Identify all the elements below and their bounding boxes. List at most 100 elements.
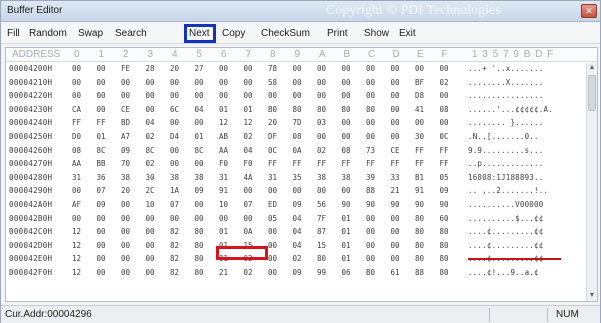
hex-byte[interactable]: 38 — [342, 173, 351, 182]
hex-byte[interactable]: 04 — [293, 227, 302, 236]
hex-byte[interactable]: 12 — [72, 254, 81, 263]
hex-byte[interactable]: 00 — [121, 91, 130, 100]
hex-byte[interactable]: B0 — [366, 268, 375, 277]
hex-byte[interactable]: 80 — [293, 105, 302, 114]
hex-byte[interactable]: 36 — [97, 173, 106, 182]
hex-byte[interactable]: 00 — [317, 78, 326, 87]
hex-byte[interactable]: FF — [72, 118, 81, 127]
hex-byte[interactable]: 00 — [293, 64, 302, 73]
hex-row[interactable]: 00004200H 00 00 FE 28 20 27 00 00 78 00 00 00 00 00 00 0… — [6, 63, 586, 76]
hex-byte[interactable]: 00 — [342, 186, 351, 195]
hex-byte[interactable]: 31 — [219, 173, 228, 182]
hex-byte[interactable]: 09 — [293, 268, 302, 277]
menu-fill[interactable]: Fill — [7, 28, 20, 39]
hex-byte[interactable]: 70 — [121, 159, 130, 168]
hex-byte[interactable]: D4 — [170, 132, 179, 141]
hex-byte[interactable]: 38 — [170, 173, 179, 182]
hex-byte[interactable]: CA — [72, 105, 81, 114]
hex-byte[interactable]: FF — [97, 118, 106, 127]
hex-byte[interactable]: AA — [219, 146, 228, 155]
hex-byte[interactable]: 00 — [415, 118, 424, 127]
hex-byte[interactable]: 7F — [317, 214, 326, 223]
hex-byte[interactable]: 90 — [366, 200, 375, 209]
hex-byte[interactable]: 00 — [440, 118, 449, 127]
hex-byte[interactable]: 80 — [195, 227, 204, 236]
hex-byte[interactable]: 90 — [342, 200, 351, 209]
hex-byte[interactable]: 00 — [195, 91, 204, 100]
hex-byte[interactable]: AF — [72, 200, 81, 209]
menu-search[interactable]: Search — [115, 28, 147, 39]
hex-byte[interactable]: 20 — [170, 64, 179, 73]
hex-byte[interactable]: 90 — [415, 200, 424, 209]
hex-byte[interactable]: 00 — [195, 159, 204, 168]
menu-swap[interactable]: Swap — [78, 28, 103, 39]
hex-byte[interactable]: 00 — [72, 78, 81, 87]
hex-byte[interactable]: 4A — [244, 173, 253, 182]
hex-byte[interactable]: 0A — [244, 227, 253, 236]
hex-byte[interactable]: 02 — [317, 146, 326, 155]
hex-byte[interactable]: FF — [415, 146, 424, 155]
hex-byte[interactable]: FE — [121, 64, 130, 73]
menu-exit[interactable]: Exit — [399, 28, 416, 39]
hex-byte[interactable]: 80 — [195, 254, 204, 263]
hex-byte[interactable]: 00 — [293, 78, 302, 87]
hex-byte[interactable]: 00 — [391, 118, 400, 127]
hex-byte[interactable]: 00 — [366, 78, 375, 87]
hex-byte[interactable]: 00 — [317, 64, 326, 73]
menu-copy[interactable]: Copy — [222, 28, 245, 39]
hex-byte[interactable]: 00 — [391, 227, 400, 236]
hex-byte[interactable]: FF — [366, 159, 375, 168]
hex-byte[interactable]: CE — [121, 105, 130, 114]
hex-byte[interactable]: FF — [268, 159, 277, 168]
hex-byte[interactable]: 00 — [391, 254, 400, 263]
hex-byte[interactable]: 01 — [97, 132, 106, 141]
hex-byte[interactable]: 08 — [440, 105, 449, 114]
hex-byte[interactable]: 8C — [97, 146, 106, 155]
hex-byte[interactable]: 12 — [72, 227, 81, 236]
hex-byte[interactable]: 00 — [121, 200, 130, 209]
hex-byte[interactable]: 00 — [97, 91, 106, 100]
hex-byte[interactable]: 8C — [146, 146, 155, 155]
hex-byte[interactable]: 01 — [244, 105, 253, 114]
hex-byte[interactable]: 00 — [219, 64, 228, 73]
hex-row[interactable]: 00004220H 00 00 00 00 00 00 00 00 00 00 00 00 00 00 D8 0… — [6, 90, 586, 103]
hex-byte[interactable]: 00 — [121, 241, 130, 250]
hex-byte[interactable]: 00 — [268, 241, 277, 250]
hex-byte[interactable]: 00 — [317, 91, 326, 100]
hex-byte[interactable]: 00 — [391, 64, 400, 73]
hex-byte[interactable]: FF — [317, 159, 326, 168]
hex-byte[interactable]: 00 — [97, 64, 106, 73]
hex-byte[interactable]: 82 — [170, 241, 179, 250]
hex-byte[interactable]: D0 — [72, 132, 81, 141]
hex-byte[interactable]: 00 — [366, 64, 375, 73]
hex-byte[interactable]: 80 — [366, 105, 375, 114]
hex-byte[interactable]: 00 — [391, 132, 400, 141]
hex-byte[interactable]: 01 — [342, 214, 351, 223]
hex-byte[interactable]: 00 — [146, 268, 155, 277]
hex-byte[interactable]: 01 — [342, 241, 351, 250]
hex-byte[interactable]: FF — [440, 159, 449, 168]
hex-byte[interactable]: 80 — [342, 105, 351, 114]
hex-byte[interactable]: 00 — [146, 91, 155, 100]
hex-row[interactable]: 00004240H FF FF BD 04 00 00 12 12 20 7D 03 00 00 00 00 0… — [6, 117, 586, 130]
hex-byte[interactable]: 7D — [293, 118, 302, 127]
hex-byte[interactable]: B0 — [268, 105, 277, 114]
hex-byte[interactable]: 30 — [415, 132, 424, 141]
hex-byte[interactable]: 87 — [317, 227, 326, 236]
hex-row[interactable]: 00004270H AA BB 70 02 00 00 F0 F0 FF FF FF FF FF FF FF F… — [6, 158, 586, 171]
hex-byte[interactable]: 01 — [219, 105, 228, 114]
hex-byte[interactable]: 00 — [72, 214, 81, 223]
hex-byte[interactable]: 08 — [342, 146, 351, 155]
hex-byte[interactable]: 2C — [146, 186, 155, 195]
hex-byte[interactable]: 00 — [293, 91, 302, 100]
hex-byte[interactable]: 00 — [219, 78, 228, 87]
hex-byte[interactable]: 07 — [244, 200, 253, 209]
hex-byte[interactable]: 27 — [195, 64, 204, 73]
hex-row[interactable]: 000042D0H 12 00 00 00 82 80 01 15 00 04 15 01 00 00 80 8… — [6, 240, 586, 253]
hex-byte[interactable]: 61 — [391, 268, 400, 277]
hex-byte[interactable]: 00 — [366, 214, 375, 223]
hex-byte[interactable]: AA — [72, 159, 81, 168]
hex-byte[interactable]: 00 — [366, 132, 375, 141]
hex-byte[interactable]: 20 — [121, 186, 130, 195]
scroll-up-icon[interactable]: ▲ — [587, 63, 597, 73]
